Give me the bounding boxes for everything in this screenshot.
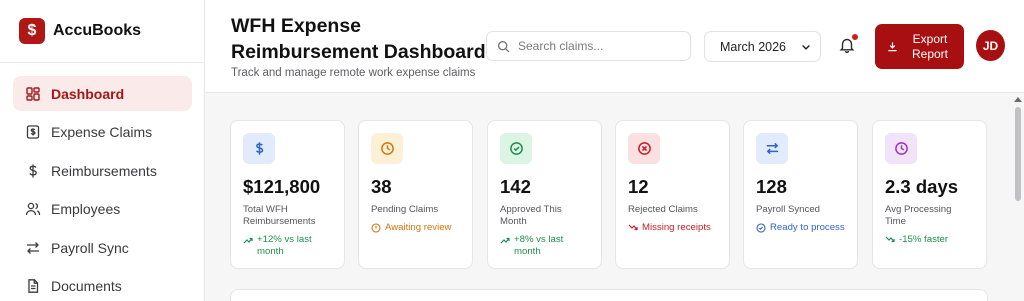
alert-circle-icon xyxy=(371,223,381,233)
stat-card-avg-processing[interactable]: 2.3 days Avg Processing Time -15% faster xyxy=(872,120,987,269)
sidebar-item-documents[interactable]: Documents xyxy=(13,269,192,301)
sync-arrows-icon xyxy=(25,240,41,256)
chevron-down-icon xyxy=(802,44,810,50)
brand-logo: $ xyxy=(19,18,45,44)
stat-note-text: Awaiting review xyxy=(385,222,452,233)
stat-note-text: +12% vs last month xyxy=(257,234,312,257)
export-report-label: Export Report xyxy=(911,31,949,61)
month-select[interactable]: March 2026 xyxy=(704,31,821,62)
trend-down-icon xyxy=(628,224,638,231)
stat-value: 2.3 days xyxy=(885,176,959,197)
stat-note: +8% vs last month xyxy=(500,234,589,258)
stat-card-rejected[interactable]: 12 Rejected Claims Missing receipts xyxy=(615,120,730,269)
stat-note-text: -15% faster xyxy=(899,234,949,245)
stat-card-pending-claims[interactable]: 38 Pending Claims Awaiting review xyxy=(358,120,473,269)
stat-label: Avg Processing Time xyxy=(885,204,952,227)
document-icon xyxy=(25,278,41,294)
divider xyxy=(0,62,204,63)
sidebar-item-expense-claims[interactable]: Expense Claims xyxy=(13,115,192,150)
dollar-icon xyxy=(243,133,275,164)
sidebar-item-dashboard[interactable]: Dashboard xyxy=(13,76,192,111)
check-circle-icon xyxy=(500,133,532,164)
dashboard-grid-icon xyxy=(25,86,41,102)
sync-arrows-icon xyxy=(756,133,788,164)
sidebar-nav: Dashboard Expense Claims Reimbursements … xyxy=(13,76,192,301)
stat-card-payroll-synced[interactable]: 128 Payroll Synced Ready to process xyxy=(743,120,858,269)
stat-value: 128 xyxy=(756,176,787,197)
sidebar-item-label: Expense Claims xyxy=(51,124,153,140)
content-panel xyxy=(230,289,988,301)
scrollbar-thumb[interactable] xyxy=(1015,107,1021,201)
trend-up-icon xyxy=(243,237,253,244)
clock-icon xyxy=(371,133,403,164)
stat-note-text: Missing receipts xyxy=(642,222,711,233)
stat-note: +12% vs last month xyxy=(243,234,332,258)
stat-value: $121,800 xyxy=(243,176,321,197)
avatar[interactable]: JD xyxy=(976,30,1005,61)
stat-note-text: Ready to process xyxy=(770,222,845,233)
trend-down-icon xyxy=(885,236,895,243)
sidebar-item-reimbursements[interactable]: Reimbursements xyxy=(13,153,192,188)
check-circle-icon xyxy=(756,223,766,233)
sidebar-item-label: Reimbursements xyxy=(51,162,157,179)
stat-label: Total WFH Reimbursements xyxy=(243,204,316,227)
stat-note-text: +8% vs last month xyxy=(514,234,564,257)
notification-dot xyxy=(852,34,858,40)
stat-label: Payroll Synced xyxy=(756,204,820,215)
page-title: WFH Expense Reimbursement Dashboard xyxy=(231,15,486,63)
stat-label: Approved This Month xyxy=(500,204,562,227)
stat-value: 38 xyxy=(371,176,392,197)
stat-value: 142 xyxy=(500,176,531,197)
sidebar-item-payroll-sync[interactable]: Payroll Sync xyxy=(13,230,192,265)
stat-note: Missing receipts xyxy=(628,222,717,234)
search-icon xyxy=(497,40,510,52)
main-scrollbar[interactable] xyxy=(1012,94,1024,301)
brand-name: AccuBooks xyxy=(53,22,142,39)
receipt-icon xyxy=(25,124,41,140)
dollar-icon xyxy=(25,163,41,179)
sidebar: $ AccuBooks Dashboard Expense Claims Rei… xyxy=(0,0,205,301)
sidebar-item-label: Employees xyxy=(51,201,121,217)
stat-note: -15% faster xyxy=(885,234,974,246)
sidebar-item-label: Payroll Sync xyxy=(51,239,129,256)
scroll-up-arrow[interactable] xyxy=(1014,97,1022,102)
top-header: WFH Expense Reimbursement Dashboard Trac… xyxy=(205,0,1024,93)
users-icon xyxy=(25,201,41,217)
stat-card-total-reimbursements[interactable]: $121,800 Total WFH Reimbursements +12% v… xyxy=(230,120,345,269)
stat-value: 12 xyxy=(628,176,649,197)
sidebar-item-label: Documents xyxy=(51,278,122,294)
sidebar-item-employees[interactable]: Employees xyxy=(13,192,192,227)
sidebar-item-label: Dashboard xyxy=(51,85,125,102)
stat-note: Awaiting review xyxy=(371,222,460,234)
x-circle-icon xyxy=(628,133,660,164)
stat-label: Pending Claims xyxy=(371,204,439,215)
brand[interactable]: $ AccuBooks xyxy=(19,18,141,44)
month-select-value: March 2026 xyxy=(720,39,787,54)
stat-label: Rejected Claims xyxy=(628,204,698,215)
search-box[interactable] xyxy=(486,31,691,61)
clock-icon xyxy=(885,133,917,164)
page-subtitle: Track and manage remote work expense cla… xyxy=(231,67,476,79)
stat-note: Ready to process xyxy=(756,222,845,234)
export-report-button[interactable]: Export Report xyxy=(875,24,964,69)
download-icon xyxy=(888,42,897,52)
trend-up-icon xyxy=(500,237,510,244)
search-input[interactable] xyxy=(518,39,678,53)
stat-card-approved[interactable]: 142 Approved This Month +8% vs last mont… xyxy=(487,120,602,269)
